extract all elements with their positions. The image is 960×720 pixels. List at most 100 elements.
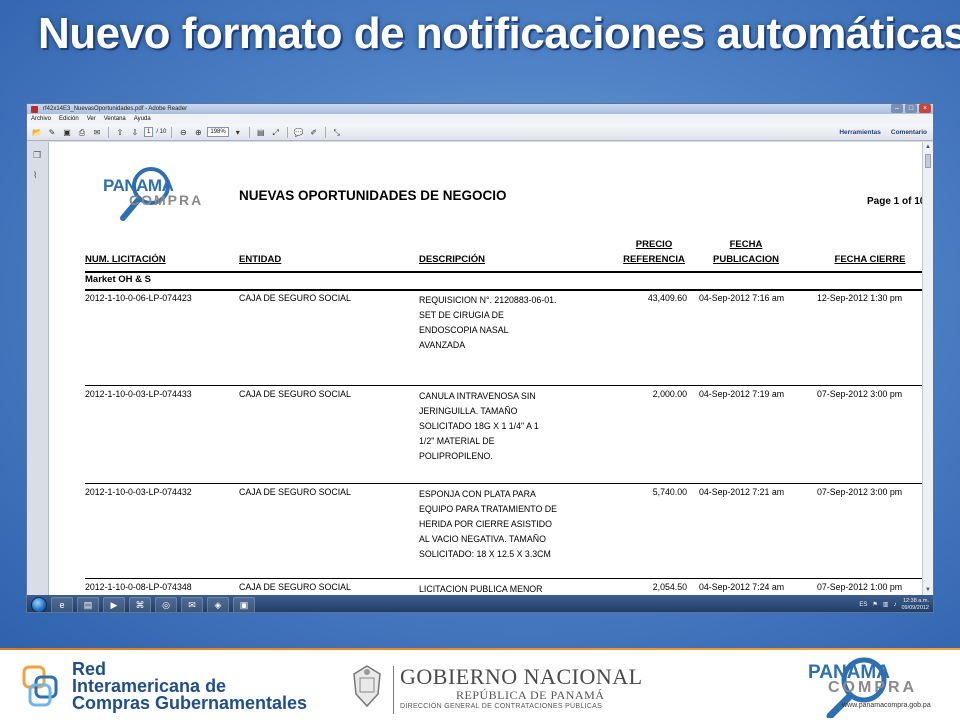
create-pdf-icon[interactable]: ✎ xyxy=(46,127,58,138)
adobe-reader-icon xyxy=(31,106,38,113)
descripcion-line: POLIPROPILENO. xyxy=(419,451,493,461)
system-tray: ES ⚑ ▥ ♪ 12:38 a.m. 09/09/2012 xyxy=(859,597,929,612)
toolbar-divider xyxy=(286,126,288,138)
email-icon[interactable]: ✉ xyxy=(91,127,103,138)
group-rule xyxy=(85,289,924,291)
print-icon[interactable]: ⎙ xyxy=(76,127,88,138)
zoom-out-icon[interactable]: ⊖ xyxy=(177,127,189,138)
page-number-input[interactable]: 1 xyxy=(144,127,154,137)
window-titlebar[interactable]: rf42x14E3_NuevasOportunidades.pdf - Adob… xyxy=(27,104,933,114)
start-button[interactable] xyxy=(31,596,47,612)
language-indicator[interactable]: ES xyxy=(859,602,867,608)
slide-title: Nuevo formato de notificaciones automáti… xyxy=(38,9,960,58)
tray-network-icon[interactable]: ▥ xyxy=(883,601,889,608)
ricg-logo-icon xyxy=(22,665,58,707)
expand-icon[interactable]: ⤡ xyxy=(331,127,343,138)
panamacompra-footer-logo: PANAMA COMPRA www.panamacompra.gob.pa xyxy=(800,652,950,718)
maximize-icon[interactable]: □ xyxy=(905,104,917,113)
descripcion-line: HERIDA POR CIERRE ASISTIDO xyxy=(419,519,552,529)
row-publicacion: 04-Sep-2012 7:16 am xyxy=(699,293,785,303)
comment-icon[interactable]: 💬 xyxy=(293,127,305,138)
tray-volume-icon[interactable]: ♪ xyxy=(893,602,896,608)
open-icon[interactable]: 📂 xyxy=(31,127,43,138)
adobe-reader-taskbar-icon[interactable]: ⌘ xyxy=(129,596,151,612)
ricg-line: Compras Gubernamentales xyxy=(72,693,308,713)
direccion-text: DIRECCIÓN GENERAL DE CONTRATACIONES PÚBL… xyxy=(400,703,603,710)
column-header-publicacion-line2: PUBLICACION xyxy=(713,254,779,265)
media-player-icon[interactable]: ▶ xyxy=(103,596,125,612)
row-entidad: CAJA DE SEGURO SOCIAL xyxy=(239,293,351,303)
row-rule xyxy=(85,578,924,579)
descripcion-line: JERINGUILLA. TAMAÑO xyxy=(419,406,518,416)
ricg-logo-text: Red Interamericana de Compras Gubernamen… xyxy=(72,660,308,713)
menu-ver[interactable]: Ver xyxy=(87,114,96,124)
clock-date: 09/09/2012 xyxy=(901,604,929,611)
gobierno-nacional-text: GOBIERNO NACIONAL xyxy=(400,664,643,689)
scroll-up-icon[interactable]: ▲ xyxy=(924,143,932,151)
vertical-scrollbar[interactable]: ▲ ▼ xyxy=(922,142,933,595)
dropdown-arrow-icon[interactable]: ▾ xyxy=(232,127,244,138)
descripcion-line: SOLICITADO: 18 X 12.5 X 3.3CM xyxy=(419,549,551,559)
previous-page-icon[interactable]: ⇧ xyxy=(114,127,126,138)
row-precio: 2,000.00 xyxy=(652,389,687,399)
toolbar: 📂 ✎ ▣ ⎙ ✉ ⇧ ⇩ 1 / 10 ⊖ ⊕ 198% ▾ ▤ ⤢ 💬 ✐ … xyxy=(27,124,933,141)
menu-ventana[interactable]: Ventana xyxy=(104,114,126,124)
national-seal-icon xyxy=(353,665,381,708)
snagit-icon[interactable]: ◈ xyxy=(207,596,229,612)
group-label: Market OH & S xyxy=(85,274,151,285)
row-cierre: 12-Sep-2012 1:30 pm xyxy=(817,293,903,303)
zoom-in-icon[interactable]: ⊕ xyxy=(192,127,204,138)
descripcion-line: SET DE CIRUGIA DE xyxy=(419,310,504,320)
panamacompra-logo: PANAMA COMPRA xyxy=(85,160,223,224)
row-entidad: CAJA DE SEGURO SOCIAL xyxy=(239,487,351,497)
next-page-icon[interactable]: ⇩ xyxy=(129,127,141,138)
republica-text: REPÚBLICA DE PANAMÁ xyxy=(456,688,605,702)
footer-divider xyxy=(393,666,394,714)
descripcion-line: CANULA INTRAVENOSA SIN xyxy=(419,391,536,401)
attachments-icon[interactable]: ⌇ xyxy=(33,170,43,180)
clock-time: 12:38 a.m. xyxy=(903,597,929,604)
menu-ayuda[interactable]: Ayuda xyxy=(134,114,151,124)
row-licitacion: 2012-1-10-0-06-LP-074423 xyxy=(85,293,192,303)
fit-page-icon[interactable]: ▤ xyxy=(255,127,267,138)
internet-explorer-icon[interactable]: e xyxy=(51,596,73,612)
row-publicacion: 04-Sep-2012 7:19 am xyxy=(699,389,785,399)
mail-icon[interactable]: ✉ xyxy=(181,596,203,612)
chrome-icon[interactable]: ◎ xyxy=(155,596,177,612)
minimize-icon[interactable]: – xyxy=(891,104,903,113)
paint-icon[interactable]: ▣ xyxy=(233,596,255,612)
column-header-precio-line1: PRECIO xyxy=(635,239,673,250)
row-licitacion: 2012-1-10-0-03-LP-074432 xyxy=(85,487,192,497)
footer-url[interactable]: www.panamacompra.gob.pa xyxy=(842,702,931,709)
footer-accent-line xyxy=(0,648,960,650)
toolbar-divider xyxy=(171,126,173,138)
column-header-licitacion: NUM. LICITACIÓN xyxy=(85,254,166,265)
highlight-icon[interactable]: ✐ xyxy=(308,127,320,138)
pages-panel-icon[interactable]: ❐ xyxy=(33,150,43,160)
comment-button[interactable]: Comentario xyxy=(891,129,927,136)
tools-button[interactable]: Herramientas xyxy=(839,129,881,136)
save-icon[interactable]: ▣ xyxy=(61,127,73,138)
zoom-select[interactable]: 198% xyxy=(207,127,229,137)
descripcion-line: AVANZADA xyxy=(419,340,466,350)
slide-background: Nuevo formato de notificaciones automáti… xyxy=(0,0,960,648)
page-label: Page 1 of 10 xyxy=(867,196,924,207)
menu-edicion[interactable]: Edición xyxy=(59,114,79,124)
row-rule xyxy=(85,483,924,484)
scroll-down-icon[interactable]: ▼ xyxy=(924,586,932,594)
menu-archivo[interactable]: Archivo xyxy=(31,114,51,124)
row-cierre: 07-Sep-2012 3:00 pm xyxy=(817,389,903,399)
scroll-thumb[interactable] xyxy=(925,154,931,168)
fit-width-icon[interactable]: ⤢ xyxy=(270,127,282,138)
descripcion-line: EQUIPO PARA TRATAMIENTO DE xyxy=(419,504,558,514)
window-title: rf42x14E3_NuevasOportunidades.pdf - Adob… xyxy=(43,106,188,112)
close-icon[interactable]: × xyxy=(919,104,931,113)
clock[interactable]: 12:38 a.m. 09/09/2012 xyxy=(901,598,929,612)
descripcion-line: REQUISICION N°. 2120883-06-01. xyxy=(419,295,557,305)
tray-flag-icon[interactable]: ⚑ xyxy=(872,601,877,608)
row-descripcion: ESPONJA CON PLATA PARA EQUIPO PARA TRATA… xyxy=(419,487,599,562)
logo-compra: COMPRA xyxy=(129,192,204,208)
file-explorer-icon[interactable]: ▤ xyxy=(77,596,99,612)
adobe-reader-window: rf42x14E3_NuevasOportunidades.pdf - Adob… xyxy=(26,103,934,613)
row-descripcion: CANULA INTRAVENOSA SIN JERINGUILLA. TAMA… xyxy=(419,389,591,464)
